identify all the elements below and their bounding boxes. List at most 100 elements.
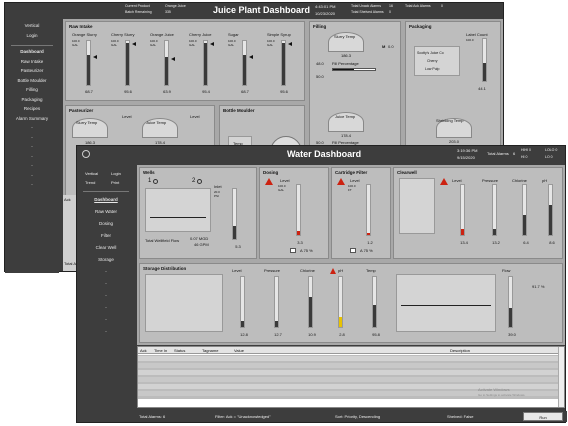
sidebar-item-9[interactable]: -	[5, 135, 59, 140]
sidebar-item-6[interactable]: Recipes	[5, 106, 59, 111]
footer-filter: Filter: Ack = "Unacknowledged"	[215, 414, 271, 419]
w-nav-trend[interactable]: Trend	[85, 180, 95, 185]
table-row[interactable]	[138, 363, 558, 368]
water-date: 9/15/2020	[457, 155, 475, 160]
w-sidebar-item-11[interactable]: -	[77, 329, 135, 334]
raw-intake-title: Raw Intake	[69, 24, 93, 29]
sidebar-item-13[interactable]: -	[5, 173, 59, 178]
w-nav-vertical[interactable]: Vertical	[85, 171, 98, 176]
total-alarms-value: 6	[513, 151, 516, 156]
fill-pct-label: Fill Percentage	[332, 61, 359, 66]
raw-tank-pointer	[288, 42, 292, 47]
footer-total: Total Alarms: 6	[139, 414, 166, 419]
sidebar-item-1[interactable]: Raw Intake	[5, 59, 59, 64]
unack-value: 16	[389, 4, 393, 8]
col-ack[interactable]: Ack	[140, 348, 147, 353]
w-sidebar-item-3[interactable]: Filter	[77, 233, 135, 238]
shrink-temp-value: 203.0	[448, 139, 459, 144]
sidebar-item-3[interactable]: Bottle Moulder	[5, 78, 59, 83]
dosing-unit: GAL	[278, 188, 285, 192]
table-row[interactable]	[138, 370, 558, 375]
cartridge-panel: Cartridge Filter Level 100.0 FT 1.2 A 75…	[331, 167, 391, 259]
raw-intake-panel: Raw Intake Orange Slurry 100.0 GAL 68.7 Cher…	[65, 21, 305, 101]
raw-tank[interactable]: Cherry Juice 100.0 GAL 95.4	[189, 30, 225, 100]
raw-tank-pointer	[132, 42, 136, 47]
hihi-value: 0	[528, 148, 531, 152]
clock-date: 10/23/2020	[315, 11, 336, 16]
raw-tank-fill	[282, 43, 285, 85]
raw-tank[interactable]: Sugar 100.0 GAL 68.7	[228, 30, 264, 100]
sidebar-item-2[interactable]: Pasteurizer	[5, 68, 59, 73]
w-sidebar-item-2[interactable]: Dosing	[77, 221, 135, 226]
water-main: Wells 1 2 Inlet 20.0 PSI 5.3 Total Wellf…	[137, 165, 565, 345]
dosing-value: 3.3	[297, 240, 303, 245]
table-row[interactable]	[138, 356, 558, 361]
sidebar-item-5[interactable]: Packaging	[5, 97, 59, 102]
nav-vertical[interactable]: Vertical	[5, 23, 59, 28]
bottle-moulder-title: Bottle Moulder	[223, 108, 255, 113]
col-tagname[interactable]: Tagname	[202, 348, 218, 353]
table-row[interactable]	[138, 377, 558, 382]
storage-chlorine-value: 10.9	[308, 332, 316, 337]
lo-label: LO	[545, 155, 550, 159]
wells-title: Wells	[143, 170, 155, 175]
hihi-label: HIHI	[521, 148, 528, 152]
juice-header: Current Product Orange Juice Batch Remai…	[5, 3, 503, 19]
clearwell-chlorine-gauge	[522, 184, 527, 236]
w-sidebar-item-5[interactable]: Storage	[77, 257, 135, 262]
sidebar-item-4[interactable]: Filling	[5, 87, 59, 92]
w-nav-print[interactable]: Print	[111, 180, 119, 185]
sidebar-item-0[interactable]: Dashboard	[5, 49, 59, 54]
cartridge-a: A	[360, 248, 363, 253]
w-sidebar-item-10[interactable]: -	[77, 317, 135, 322]
sidebar-item-11[interactable]: -	[5, 154, 59, 159]
motor-m-value: 0.0	[388, 44, 394, 49]
col-description[interactable]: Description	[450, 348, 470, 353]
sidebar-item-10[interactable]: -	[5, 144, 59, 149]
dosing-panel: Dosing Level 100.0 GAL 3.3 A 75 %	[259, 167, 329, 259]
inlet-value: 5.3	[235, 244, 241, 249]
lolo-value: 0	[555, 148, 558, 152]
col-value[interactable]: Value	[234, 348, 244, 353]
col-status[interactable]: Status	[174, 348, 185, 353]
past-slurry-label: Slurry Temp	[76, 120, 98, 125]
w-sidebar-item-4[interactable]: Clear Well	[77, 245, 135, 250]
raw-tank[interactable]: Orange Juice 100.0 GAL 63.9	[150, 30, 186, 100]
clearwell-trend	[399, 178, 435, 234]
raw-tank[interactable]: Cherry Slurry 100.0 GAL 95.6	[111, 30, 147, 100]
run-button[interactable]: Run	[523, 412, 563, 421]
hi-value: 0	[525, 155, 528, 159]
w-nav-login[interactable]: Login	[111, 171, 121, 176]
hi-label: HI	[521, 155, 525, 159]
raw-tank-name: Simple Syrup	[267, 32, 291, 37]
clearwell-chlorine-label: Chlorine	[512, 178, 527, 183]
juice-temp-value: 178.4	[340, 133, 351, 138]
w-sidebar-item-9[interactable]: -	[77, 305, 135, 310]
sidebar-item-14[interactable]: -	[5, 182, 59, 187]
w-sidebar-item-1[interactable]: Raw Water	[77, 209, 135, 214]
sidebar-item-7[interactable]: Alarm Summary	[5, 116, 59, 121]
w-sidebar-item-0[interactable]: Dashboard	[77, 197, 135, 202]
product-type: Low Pulp	[425, 67, 440, 71]
raw-tank[interactable]: Orange Slurry 100.0 GAL 68.7	[72, 30, 108, 100]
clearwell-level-value: 13.4	[460, 240, 468, 245]
alarm-table-header: Ack Time In Status Tagname Value Descrip…	[138, 347, 564, 354]
run-button-label: Run	[539, 415, 547, 420]
w-sidebar-item-6[interactable]: -	[77, 269, 135, 274]
col-time-in[interactable]: Time In	[154, 348, 167, 353]
storage-ph-label: pH	[338, 268, 344, 273]
table-scrollbar[interactable]	[558, 347, 564, 407]
water-window: Water Dashboard 3:19:36 PM 9/15/2020 Tot…	[76, 145, 567, 423]
raw-tank-pointer	[210, 42, 214, 47]
raw-tank[interactable]: Simple Syrup 100.0 GAL 95.6	[267, 30, 303, 100]
sidebar-item-8[interactable]: -	[5, 125, 59, 130]
w-sidebar-item-7[interactable]: -	[77, 281, 135, 286]
sidebar-item-12[interactable]: -	[5, 163, 59, 168]
clearwell-title: Clearwell	[397, 170, 417, 175]
past-juice-label: Juice Temp	[146, 120, 167, 125]
w-sidebar-item-8[interactable]: -	[77, 293, 135, 298]
juice-ack-col: Ack	[64, 197, 71, 202]
windows-watermark-sub: Go to Settings to activate Windows.	[478, 393, 526, 397]
well-1-icon	[153, 179, 158, 184]
nav-login[interactable]: Login	[5, 33, 59, 38]
